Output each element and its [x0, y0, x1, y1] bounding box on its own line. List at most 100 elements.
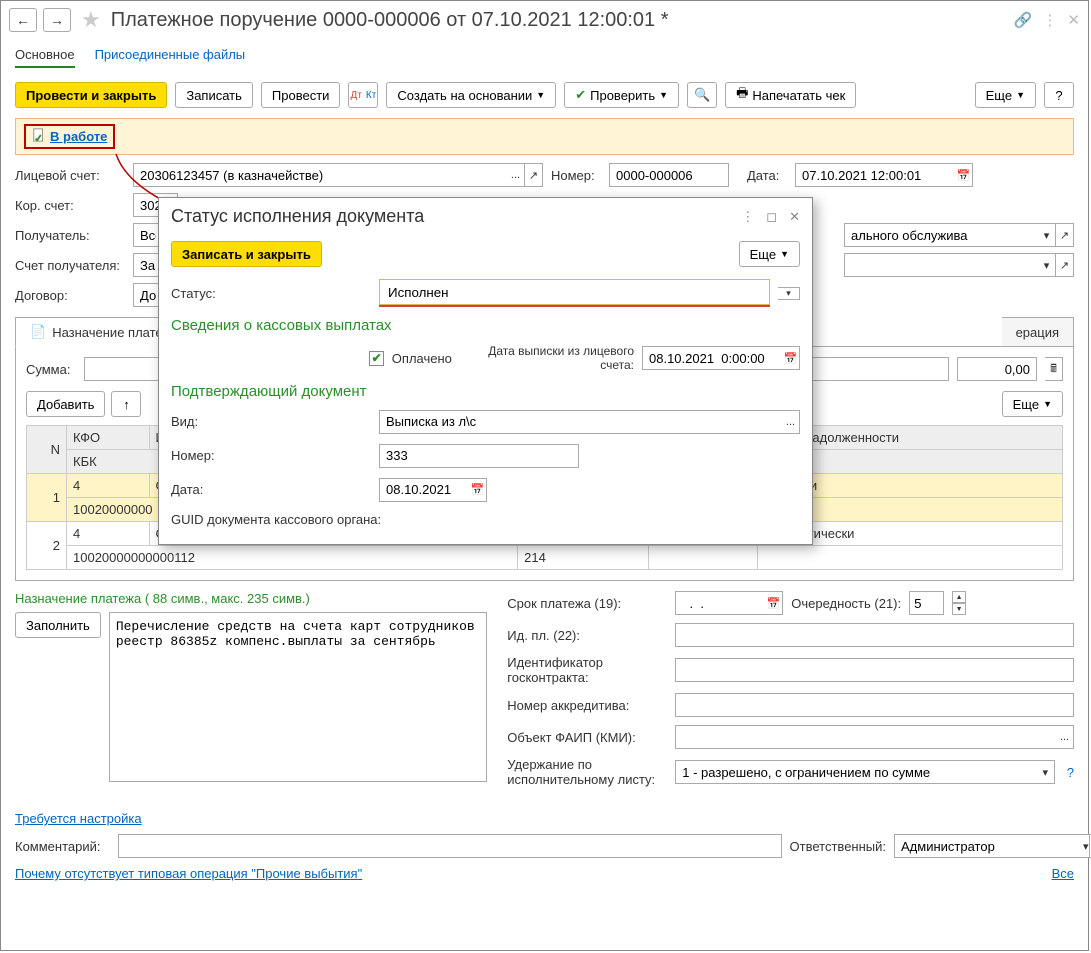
menu-dots-icon[interactable]: ⋮ [1042, 11, 1057, 29]
popup-maximize-icon[interactable]: ◻ [766, 209, 777, 225]
tab-attached-files[interactable]: Присоединенные файлы [95, 43, 246, 68]
create-based-on-button[interactable]: Создать на основании ▼ [386, 82, 556, 108]
pick-icon[interactable]: ... [507, 163, 525, 187]
dropdown-icon[interactable]: ▾ [1038, 223, 1056, 247]
calculator-icon[interactable]: 🖩 [1045, 357, 1063, 381]
responsible-input[interactable] [894, 834, 1083, 858]
missing-operation-link[interactable]: Почему отсутствует типовая операция "Про… [15, 866, 362, 881]
recipient-account-tail[interactable] [844, 253, 1038, 277]
withhold-input[interactable] [675, 760, 1037, 784]
back-button[interactable]: ← [9, 8, 37, 32]
settings-required-link[interactable]: Требуется настройка [15, 811, 142, 826]
more-button[interactable]: Еще ▼ [975, 82, 1036, 108]
gos-id-input[interactable] [675, 658, 1074, 682]
table-more-button[interactable]: Еще ▼ [1002, 391, 1063, 417]
status-link[interactable]: В работе [50, 129, 107, 144]
save-button[interactable]: Записать [175, 82, 253, 108]
recipient-label: Получатель: [15, 228, 125, 243]
kind-input[interactable] [379, 410, 782, 434]
purpose-label: Назначение платежа ( 88 симв., макс. 235… [15, 591, 487, 606]
link-icon[interactable]: 🔗 [1014, 11, 1033, 29]
nav-tabs: Основное Присоединенные файлы [1, 39, 1088, 78]
faip-input[interactable] [675, 725, 1056, 749]
favorite-icon[interactable]: ★ [81, 7, 101, 33]
tab-operation[interactable]: ерация [1002, 317, 1074, 347]
dt-kt-icon[interactable]: ДтКт [348, 82, 378, 108]
sum-label: Сумма: [26, 362, 76, 377]
dropdown-icon[interactable]: ▾ [778, 287, 800, 300]
faip-label: Объект ФАИП (КМИ): [507, 730, 667, 745]
popup-num-input[interactable] [379, 444, 579, 468]
responsible-label: Ответственный: [790, 839, 886, 854]
open-icon[interactable]: ↗ [1056, 253, 1074, 277]
print-receipt-button[interactable]: 🖶 Напечатать чек [725, 82, 856, 108]
date-input[interactable] [795, 163, 955, 187]
table-row[interactable]: 10020000000000112 214 [27, 546, 1063, 570]
close-icon[interactable]: ✕ [1067, 11, 1080, 29]
help-icon[interactable]: ? [1067, 765, 1074, 780]
all-link[interactable]: Все [1052, 866, 1074, 881]
dropdown-icon[interactable]: ▾ [1038, 253, 1056, 277]
open-icon[interactable]: ↗ [1056, 223, 1074, 247]
open-icon[interactable]: ↗ [525, 163, 543, 187]
kind-label: Вид: [171, 414, 371, 429]
forward-button[interactable]: → [43, 8, 71, 32]
add-button[interactable]: Добавить [26, 391, 105, 417]
number-input[interactable] [609, 163, 729, 187]
cor-account-label: Кор. счет: [15, 198, 125, 213]
gos-id-label: Идентификатор госконтракта: [507, 655, 667, 685]
popup-status-label: Статус: [171, 286, 371, 301]
dropdown-icon[interactable]: ▾ [1037, 760, 1055, 784]
calendar-icon[interactable]: 📅 [469, 478, 487, 502]
post-button[interactable]: Провести [261, 82, 341, 108]
calendar-icon[interactable]: 📅 [765, 591, 783, 615]
popup-close-icon[interactable]: ✕ [789, 209, 800, 225]
report-icon[interactable]: 🔍 [687, 82, 717, 108]
col-n[interactable]: N [27, 426, 67, 474]
move-up-button[interactable]: ↑ [111, 391, 141, 417]
recipient-tail-input[interactable] [844, 223, 1038, 247]
popup-status-input[interactable] [379, 279, 770, 305]
recipient-account-label: Счет получателя: [15, 258, 125, 273]
paid-label: Оплачено [392, 351, 452, 366]
document-status-icon [32, 128, 46, 145]
statement-date-input[interactable] [642, 346, 782, 370]
spin-down[interactable]: ▼ [952, 603, 966, 615]
priority-input[interactable] [909, 591, 944, 615]
page-title: Платежное поручение 0000-000006 от 07.10… [111, 9, 669, 32]
popup-num-label: Номер: [171, 448, 371, 463]
check-button[interactable]: ✔ Проверить ▼ [564, 82, 679, 108]
popup-date-input[interactable] [379, 478, 469, 502]
popup-more-button[interactable]: Еще ▼ [739, 241, 800, 267]
akkr-input[interactable] [675, 693, 1074, 717]
account-label: Лицевой счет: [15, 168, 125, 183]
withhold-label: Удержание по исполнительному листу: [507, 757, 667, 787]
paid-checkbox[interactable]: ✔ [369, 351, 383, 366]
date-label: Дата: [747, 168, 787, 183]
pick-icon[interactable]: ... [782, 410, 800, 434]
post-and-close-button[interactable]: Провести и закрыть [15, 82, 167, 108]
help-button[interactable]: ? [1044, 82, 1074, 108]
popup-save-close-button[interactable]: Записать и закрыть [171, 241, 322, 267]
tab-main[interactable]: Основное [15, 43, 75, 68]
due-date-input[interactable] [675, 591, 765, 615]
priority-label: Очередность (21): [791, 596, 901, 611]
comment-input[interactable] [118, 834, 782, 858]
calendar-icon[interactable]: 📅 [955, 163, 973, 187]
due-date-label: Срок платежа (19): [507, 596, 667, 611]
doc-icon: 📄 [30, 324, 46, 340]
popup-menu-icon[interactable]: ⋮ [741, 209, 754, 225]
sum-display[interactable] [957, 357, 1037, 381]
calendar-icon[interactable]: 📅 [782, 346, 800, 370]
pick-icon[interactable]: ... [1056, 725, 1074, 749]
purpose-textarea[interactable]: Перечисление средств на счета карт сотру… [109, 612, 487, 782]
spin-up[interactable]: ▲ [952, 591, 966, 603]
fill-button[interactable]: Заполнить [15, 612, 101, 638]
guid-label: GUID документа кассового органа: [171, 512, 381, 527]
title-bar: ← → ★ Платежное поручение 0000-000006 от… [1, 1, 1088, 39]
col-kfo[interactable]: КФО [67, 426, 150, 450]
account-input[interactable] [133, 163, 507, 187]
comment-label: Комментарий: [15, 839, 110, 854]
id-pl-input[interactable] [675, 623, 1074, 647]
printer-icon: 🖶 [736, 84, 748, 106]
